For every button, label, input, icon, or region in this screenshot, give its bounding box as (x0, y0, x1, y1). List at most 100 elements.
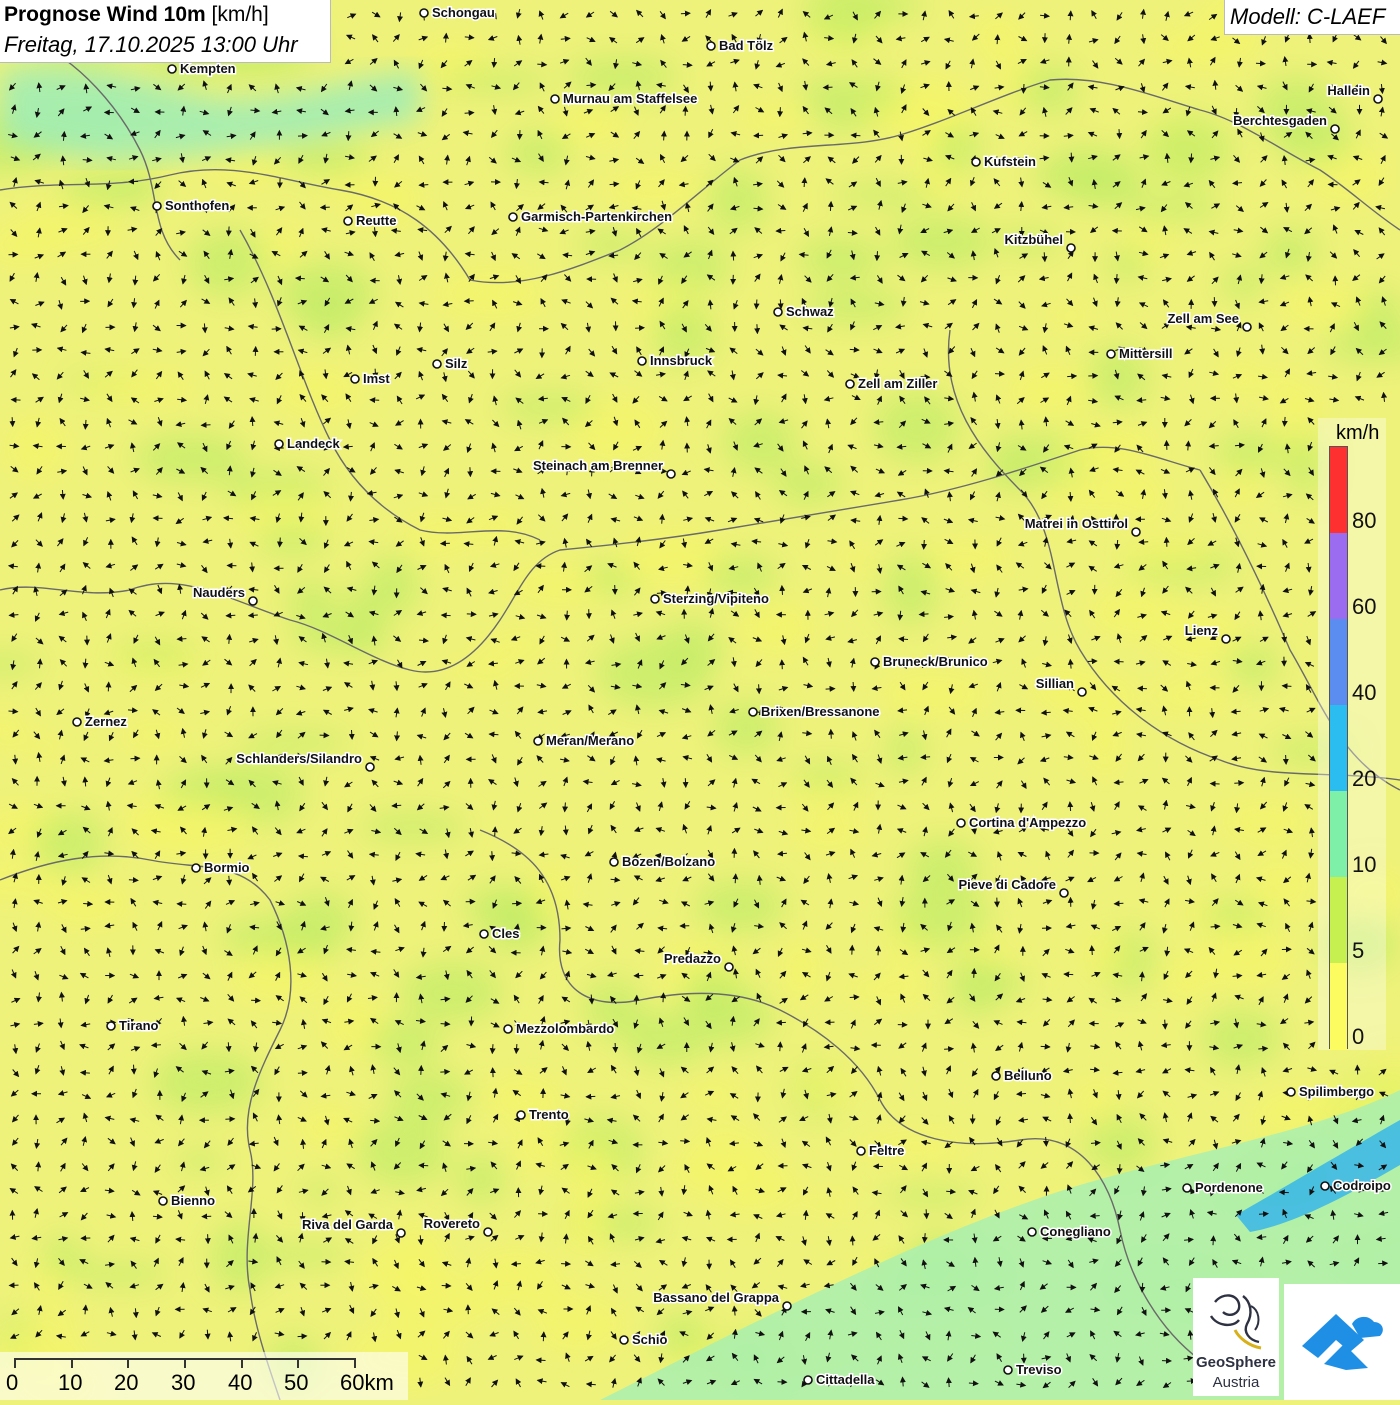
scale-tick (241, 1358, 243, 1368)
scale-tick (297, 1358, 299, 1368)
city-marker[interactable]: Brixen/Bressanone (749, 704, 880, 719)
wind-arrow (1023, 84, 1024, 93)
wind-arrow (129, 880, 138, 881)
city-label: Hallein (1327, 83, 1370, 98)
wind-speed-patch (1129, 474, 1167, 522)
wind-map[interactable]: SchongauBad TölzKemptenMurnau am Staffel… (0, 0, 1400, 1400)
wind-arrow (228, 1042, 229, 1051)
legend-label-5: 5 (1352, 938, 1364, 964)
wind-arrow (85, 420, 86, 429)
wind-arrow (974, 969, 975, 978)
app-logo[interactable] (1284, 1284, 1400, 1400)
city-marker[interactable]: Pordenone (1183, 1180, 1263, 1195)
city-dot (1060, 889, 1068, 897)
city-label: Kufstein (984, 154, 1036, 169)
legend-segment-10 (1330, 791, 1347, 877)
city-dot (107, 1022, 115, 1030)
legend-label-0: 0 (1352, 1024, 1364, 1050)
city-marker[interactable]: Garmisch-Partenkirchen (509, 209, 672, 224)
wind-arrow (710, 82, 711, 91)
city-dot (774, 308, 782, 316)
city-label: Steinach am Brenner (533, 458, 663, 473)
wind-arrow (1119, 129, 1120, 138)
wind-speed-patch (120, 721, 188, 749)
wind-speed-patch (402, 514, 472, 556)
city-dot (1331, 125, 1339, 133)
wind-arrow (780, 1042, 781, 1051)
legend-segment-80 (1330, 447, 1347, 533)
wind-arrow (733, 252, 734, 261)
wind-arrow (1258, 1048, 1267, 1049)
wind-speed-patch (1144, 116, 1232, 184)
city-dot (846, 380, 854, 388)
wind-arrow (202, 425, 211, 426)
wind-speed-patch (274, 366, 360, 416)
wind-arrow (1139, 542, 1148, 543)
wind-arrow (831, 730, 832, 739)
city-dot (1078, 688, 1086, 696)
legend-segment-20 (1330, 705, 1347, 791)
city-marker[interactable]: Conegliano (1028, 1224, 1111, 1239)
city-dot (1004, 1366, 1012, 1374)
wind-speed-patch (1260, 229, 1318, 275)
city-marker[interactable]: Innsbruck (638, 353, 713, 368)
city-marker[interactable]: Sonthofen (153, 198, 229, 213)
wind-arrow (759, 684, 760, 693)
city-label: Imst (363, 371, 390, 386)
city-label: Rovereto (424, 1216, 480, 1231)
city-marker[interactable]: Mezzolombardo (504, 1021, 614, 1036)
city-dot (1222, 635, 1230, 643)
city-marker[interactable]: Sterzing/Vipiteno (651, 591, 769, 606)
wind-speed-patch (1076, 1078, 1116, 1124)
city-label: Reutte (356, 213, 396, 228)
wind-arrow (298, 1073, 307, 1074)
wind-arrow (664, 132, 665, 141)
wind-speed-patch (1214, 432, 1286, 472)
wind-arrow (1283, 686, 1292, 687)
city-marker[interactable]: Zell am Ziller (846, 376, 937, 391)
city-dot (1132, 528, 1140, 536)
city-marker[interactable]: Cortina d'Ampezzo (957, 815, 1086, 830)
city-dot (1028, 1228, 1036, 1236)
city-label: Schwaz (786, 304, 834, 319)
city-label: Zell am Ziller (858, 376, 937, 391)
city-dot (73, 718, 81, 726)
city-marker[interactable]: Spilimbergo (1287, 1084, 1374, 1099)
wind-arrow (537, 64, 546, 65)
wind-speed-patch (798, 1070, 854, 1104)
legend-label-20: 20 (1352, 766, 1376, 792)
wind-arrow (493, 1068, 494, 1077)
city-dot (857, 1147, 865, 1155)
wind-arrow (567, 611, 568, 620)
wind-speed-patch (401, 961, 503, 1023)
scale-label-50: 50 (284, 1370, 308, 1396)
geosphere-logo[interactable]: GeoSphere Austria (1193, 1278, 1279, 1396)
wind-arrow (1286, 755, 1287, 764)
legend-segment-0 (1330, 963, 1347, 1050)
wind-speed-patch (228, 949, 330, 1003)
wind-speed-patch (649, 239, 731, 293)
wind-arrow (207, 1330, 208, 1339)
city-label: Schongau (432, 5, 495, 20)
city-marker[interactable]: Bozen/Bolzano (610, 854, 715, 869)
wind-speed-patch (842, 975, 936, 1005)
city-marker[interactable]: Bruneck/Brunico (871, 654, 988, 669)
city-label: Zernez (85, 714, 127, 729)
wind-arrow (12, 400, 21, 401)
wind-arrow (1017, 1094, 1026, 1095)
city-marker[interactable]: Murnau am Staffelsee (551, 91, 697, 106)
city-label: Brixen/Bressanone (761, 704, 880, 719)
city-marker[interactable]: Schongau (420, 5, 495, 20)
city-label: Silz (445, 356, 468, 371)
wind-arrow (537, 1360, 546, 1361)
city-dot (972, 158, 980, 166)
city-dot (871, 658, 879, 666)
city-dot (509, 213, 517, 221)
city-label: Sonthofen (165, 198, 229, 213)
wind-arrow (348, 131, 349, 140)
wind-arrow (826, 689, 835, 690)
wind-arrow (680, 1141, 689, 1142)
legend-unit: km/h (1336, 422, 1379, 445)
city-marker[interactable]: Meran/Merano (534, 733, 634, 748)
wind-arrow (685, 107, 686, 116)
